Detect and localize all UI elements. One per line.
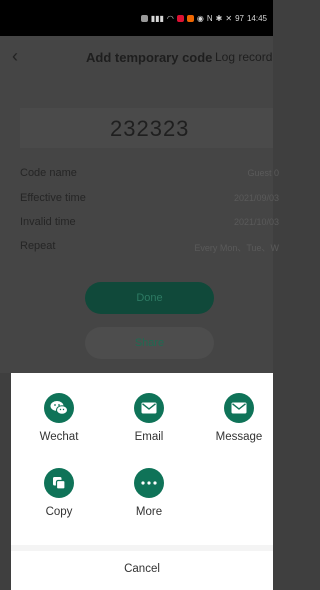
share-label: Wechat	[39, 431, 79, 443]
code-value: 232323	[110, 116, 190, 141]
more-icon	[134, 468, 164, 498]
nfc-icon: N	[206, 14, 213, 23]
notification-icon	[140, 15, 148, 22]
eye-icon: ◉	[196, 14, 204, 23]
divider	[11, 545, 273, 551]
log-record-link[interactable]: Log record	[215, 50, 272, 64]
app-icon	[176, 15, 184, 22]
share-sheet: Wechat Email Message Copy More Cancel	[11, 373, 273, 590]
share-email[interactable]: Email	[114, 393, 184, 443]
share-more[interactable]: More	[114, 468, 184, 518]
detail-value: 2021/10/03	[233, 217, 279, 227]
share-message[interactable]: Message	[204, 393, 274, 443]
email-icon	[134, 393, 164, 423]
detail-label: Effective time	[20, 192, 86, 204]
wechat-icon	[44, 393, 74, 423]
wifi-icon: ◠	[166, 14, 174, 23]
clock: 14:45	[246, 14, 267, 23]
detail-label: Code name	[20, 167, 77, 179]
share-label: Message	[215, 431, 263, 443]
detail-value: Guest 0	[247, 168, 279, 178]
battery-icon: 97	[235, 14, 244, 23]
done-button[interactable]: Done	[85, 282, 214, 314]
share-wechat[interactable]: Wechat	[24, 393, 94, 443]
share-label: Email	[134, 431, 164, 443]
copy-icon	[44, 468, 74, 498]
share-copy[interactable]: Copy	[24, 468, 94, 518]
message-icon	[224, 393, 254, 423]
back-icon[interactable]: ‹	[12, 46, 18, 67]
mute-icon: ✕	[225, 14, 233, 23]
page-title: Add temporary code	[86, 50, 213, 65]
detail-row: Repeat Every Mon、Tue、W	[0, 237, 279, 257]
bluetooth-icon: ✱	[215, 14, 223, 23]
nav-bar: ‹ Add temporary code Log record	[0, 36, 273, 80]
detail-label: Invalid time	[20, 216, 76, 228]
detail-row: Invalid time 2021/10/03	[0, 213, 279, 233]
cancel-button[interactable]: Cancel	[11, 563, 273, 575]
app-icon	[186, 15, 194, 22]
detail-label: Repeat	[20, 240, 56, 252]
detail-value: Every Mon、Tue、W	[194, 243, 279, 253]
dimmed-background: ‹ Add temporary code Log record 232323 C…	[0, 36, 279, 373]
detail-value: 2021/09/03	[233, 193, 279, 203]
share-button[interactable]: Share	[85, 327, 214, 359]
detail-row: Effective time 2021/09/03	[0, 189, 279, 209]
share-label: Copy	[45, 506, 73, 518]
detail-row: Code name Guest 0	[0, 164, 279, 184]
share-label: More	[135, 506, 163, 518]
signal-icon: ▮▮▮	[150, 14, 164, 23]
status-bar: ▮▮▮ ◠ ◉ N ✱ ✕ 97 14:45	[0, 0, 273, 36]
